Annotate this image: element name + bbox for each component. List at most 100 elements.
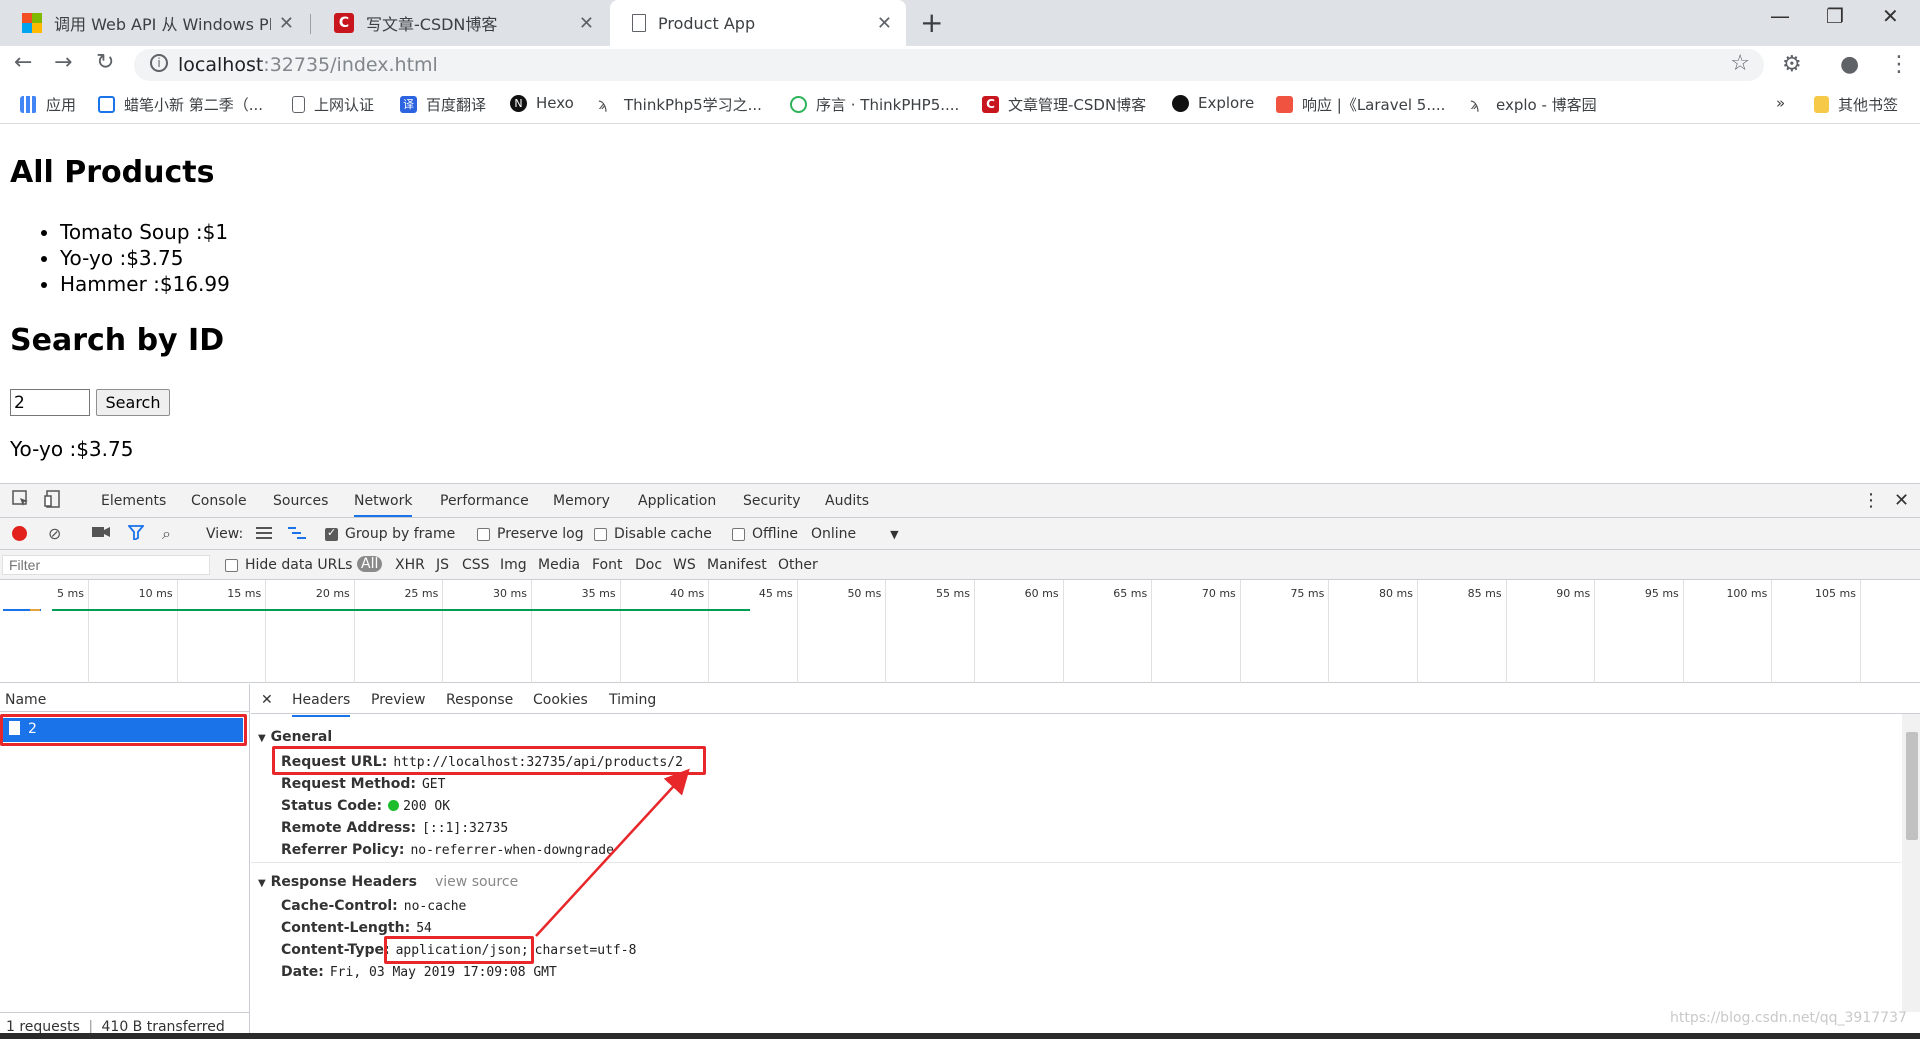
- maximize-icon[interactable]: ❐: [1826, 4, 1844, 28]
- bookmark-crayon[interactable]: 蜡笔小新 第二季（...: [98, 94, 263, 115]
- record-icon[interactable]: [12, 526, 27, 541]
- bookmark-laravel[interactable]: 响应 |《Laravel 5....: [1276, 94, 1445, 115]
- bookmark-github-explore[interactable]: Explore: [1172, 94, 1254, 112]
- address-bar[interactable]: i localhost:32735/index.html ☆: [134, 49, 1764, 81]
- close-tab-icon[interactable]: ✕: [579, 13, 594, 34]
- timeline-gridline: [885, 580, 887, 683]
- network-overview-timeline[interactable]: 5 ms 10 ms 15 ms 20 ms 25 ms 30 ms 35 ms 40 ms 4…: [0, 580, 1920, 683]
- timeline-tick-label: 40 ms: [670, 587, 705, 600]
- tab-sources[interactable]: Sources: [273, 493, 328, 509]
- url-text[interactable]: localhost:32735/index.html: [178, 54, 438, 76]
- disable-cache-checkbox[interactable]: Disable cache: [594, 526, 712, 542]
- chevron-down-icon: ▼: [890, 527, 899, 541]
- detail-scrollbar[interactable]: [1902, 714, 1920, 1012]
- hexo-logo-icon: N: [510, 94, 527, 112]
- waterfall-view-icon[interactable]: [288, 527, 306, 539]
- hide-data-urls-checkbox[interactable]: Hide data URLs: [225, 557, 352, 573]
- tab-audits[interactable]: Audits: [825, 493, 869, 509]
- checkbox-label: Preserve log: [497, 526, 584, 542]
- tab-network[interactable]: Network: [354, 493, 413, 517]
- tab-performance[interactable]: Performance: [440, 493, 529, 509]
- filter-input[interactable]: [2, 555, 210, 575]
- product-list: Tomato Soup :$1 Yo-yo :$3.75 Hammer :$16…: [60, 219, 230, 297]
- search-icon[interactable]: ⌕: [162, 524, 171, 544]
- timeline-gridline: [1594, 580, 1596, 683]
- forward-icon[interactable]: →: [54, 50, 72, 75]
- page-icon: [292, 96, 305, 113]
- timeline-gridline: [176, 580, 178, 683]
- tab-label: 调用 Web API 从 Windows Pho: [54, 15, 271, 34]
- name-column-header[interactable]: Name: [0, 684, 250, 712]
- filter-icon[interactable]: [128, 525, 144, 540]
- minimize-icon[interactable]: —: [1770, 4, 1790, 28]
- type-filter-all[interactable]: All: [357, 556, 383, 572]
- profile-avatar-icon[interactable]: ●: [1840, 52, 1859, 77]
- list-item: Yo-yo :$3.75: [60, 245, 230, 271]
- bookmark-star-icon[interactable]: ☆: [1730, 51, 1750, 76]
- type-filter-media[interactable]: Media: [538, 557, 580, 573]
- offline-checkbox[interactable]: Offline: [732, 526, 798, 542]
- back-icon[interactable]: ←: [14, 50, 32, 75]
- type-filter-js[interactable]: JS: [436, 557, 449, 573]
- checkbox-label: Hide data URLs: [245, 557, 353, 573]
- new-tab-icon[interactable]: +: [920, 6, 943, 39]
- timeline-gridline: [1417, 580, 1418, 683]
- timeline-tick-label: 50 ms: [847, 587, 882, 600]
- bookmark-label: Hexo: [536, 94, 574, 112]
- request-detail-panel: ✕ Headers Preview Response Cookies Timin…: [251, 684, 1920, 1012]
- list-view-icon[interactable]: [256, 527, 272, 539]
- device-toolbar-icon[interactable]: [44, 490, 62, 512]
- browser-menu-icon[interactable]: ⋮: [1888, 52, 1910, 77]
- devtools-menu-icon[interactable]: ⋮: [1862, 490, 1880, 511]
- bookmark-cnblogs[interactable]: ϡ explo - 博客园: [1470, 94, 1597, 115]
- browser-tab-webapi[interactable]: 调用 Web API 从 Windows Pho ✕: [0, 0, 308, 46]
- bookmark-label: Explore: [1198, 94, 1255, 112]
- type-filter-doc[interactable]: Doc: [635, 557, 662, 573]
- bookmark-csdn-manage[interactable]: C 文章管理-CSDN博客: [982, 94, 1146, 115]
- bookmark-thinkphp-learn[interactable]: ϡ ThinkPhp5学习之...: [598, 94, 762, 115]
- heading-all-products: All Products: [10, 155, 215, 190]
- type-filter-manifest[interactable]: Manifest: [707, 557, 767, 573]
- tab-memory[interactable]: Memory: [553, 493, 610, 509]
- close-tab-icon[interactable]: ✕: [877, 13, 892, 34]
- timeline-tick-label: 80 ms: [1379, 587, 1413, 600]
- type-filter-img[interactable]: Img: [500, 557, 527, 573]
- type-filter-other[interactable]: Other: [778, 557, 818, 573]
- throttling-select[interactable]: Online ▼: [811, 526, 899, 542]
- browser-tab-product-app[interactable]: Product App ✕: [610, 0, 906, 46]
- type-filter-xhr[interactable]: XHR: [395, 557, 425, 573]
- close-window-icon[interactable]: ✕: [1882, 4, 1899, 28]
- type-filter-ws[interactable]: WS: [673, 557, 696, 573]
- close-devtools-icon[interactable]: ✕: [1894, 490, 1909, 511]
- tab-elements[interactable]: Elements: [101, 493, 166, 509]
- tab-security[interactable]: Security: [743, 493, 801, 509]
- bookmark-baidu-translate[interactable]: 译百度翻译: [400, 94, 486, 115]
- preserve-log-checkbox[interactable]: Preserve log: [477, 526, 584, 542]
- baidu-translate-icon: 译: [400, 96, 417, 113]
- scrollbar-thumb[interactable]: [1906, 732, 1918, 840]
- group-by-frame-checkbox[interactable]: Group by frame: [325, 526, 455, 542]
- capture-screenshots-icon[interactable]: [92, 525, 110, 539]
- site-info-icon[interactable]: i: [150, 54, 168, 72]
- timeline-gridline: [1860, 580, 1861, 683]
- clear-icon[interactable]: ⊘: [48, 524, 61, 543]
- csdn-logo-icon: C: [334, 13, 354, 33]
- tab-console[interactable]: Console: [191, 493, 247, 509]
- extension-gear-icon[interactable]: ⚙: [1782, 52, 1802, 77]
- timeline-bar-green: [52, 609, 750, 611]
- reload-icon[interactable]: ↻: [96, 50, 114, 75]
- search-button[interactable]: Search: [96, 389, 170, 416]
- inspect-element-icon[interactable]: [12, 490, 30, 512]
- bookmark-login[interactable]: 上网认证: [292, 94, 374, 115]
- bookmark-hexo[interactable]: N Hexo: [510, 94, 574, 112]
- bookmarks-overflow-chevron[interactable]: »: [1776, 94, 1785, 112]
- close-tab-icon[interactable]: ✕: [279, 13, 294, 34]
- type-filter-css[interactable]: CSS: [462, 557, 490, 573]
- type-filter-font[interactable]: Font: [592, 557, 622, 573]
- product-id-input[interactable]: [10, 389, 90, 416]
- bookmark-apps[interactable]: 应用: [20, 94, 76, 115]
- browser-tab-csdn[interactable]: C 写文章-CSDN博客 ✕: [312, 0, 608, 46]
- other-bookmarks[interactable]: 其他书签: [1814, 94, 1898, 115]
- bookmark-thinkphp-preface[interactable]: 序言 · ThinkPHP5....: [790, 94, 959, 115]
- tab-application[interactable]: Application: [638, 493, 716, 509]
